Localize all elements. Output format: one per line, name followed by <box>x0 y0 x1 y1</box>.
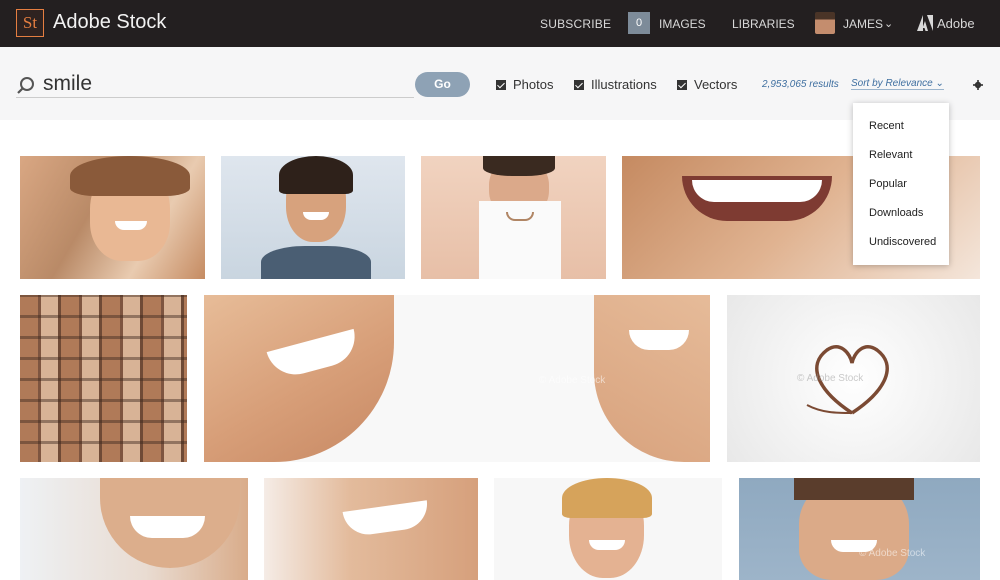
sort-option-undiscovered[interactable]: Undiscovered <box>869 236 936 248</box>
adobe-stock-logo[interactable]: St <box>16 9 44 37</box>
result-image[interactable] <box>421 156 606 279</box>
result-image[interactable]: © Adobe Stock <box>204 295 710 462</box>
sort-option-popular[interactable]: Popular <box>869 178 907 190</box>
result-image[interactable] <box>20 156 205 279</box>
result-image[interactable] <box>221 156 405 279</box>
adobe-link[interactable]: Adobe <box>937 16 975 31</box>
chevron-down-icon[interactable]: ⌄ <box>884 17 893 30</box>
search-bar: Go Photos Illustrations Vectors 2,953,06… <box>0 47 1000 120</box>
avatar[interactable] <box>815 12 835 34</box>
filter-photos-label: Photos <box>513 77 554 92</box>
filter-illustrations-label: Illustrations <box>591 77 657 92</box>
result-image[interactable] <box>264 478 478 580</box>
adobe-logo-icon[interactable] <box>917 15 933 31</box>
result-image[interactable] <box>20 478 248 580</box>
sort-menu: Recent Relevant Popular Downloads Undisc… <box>853 103 949 265</box>
results-count: 2,953,065 results <box>762 79 839 90</box>
result-image[interactable]: © Adobe Stock <box>739 478 980 580</box>
watermark: © Adobe Stock <box>859 548 926 559</box>
filter-photos[interactable]: Photos <box>496 77 553 92</box>
nav-images[interactable]: IMAGES <box>659 17 706 31</box>
checkbox-checked-icon[interactable] <box>496 80 506 90</box>
result-image[interactable] <box>20 295 187 462</box>
nav-libraries[interactable]: LIBRARIES <box>732 17 795 31</box>
filter-vectors-label: Vectors <box>694 77 738 92</box>
checkbox-checked-icon[interactable] <box>677 80 687 90</box>
gear-icon[interactable] <box>973 80 983 90</box>
filter-vectors[interactable]: Vectors <box>677 77 737 92</box>
sort-dropdown[interactable]: Sort by Relevance ⌄ <box>851 78 944 90</box>
watermark: © Adobe Stock <box>539 375 606 386</box>
sort-option-relevant[interactable]: Relevant <box>869 149 912 161</box>
go-button[interactable]: Go <box>415 72 470 97</box>
result-image[interactable] <box>494 478 722 580</box>
checkbox-checked-icon[interactable] <box>574 80 584 90</box>
result-image[interactable]: © Adobe Stock <box>727 295 980 462</box>
watermark: © Adobe Stock <box>797 373 864 384</box>
sort-option-downloads[interactable]: Downloads <box>869 207 923 219</box>
user-menu-name[interactable]: JAMES <box>843 17 883 31</box>
top-nav-bar: St Adobe Stock SUBSCRIBE 0 IMAGES LIBRAR… <box>0 0 1000 47</box>
sort-option-recent[interactable]: Recent <box>869 120 904 132</box>
nav-subscribe[interactable]: SUBSCRIBE <box>540 17 611 31</box>
search-icon[interactable] <box>16 76 36 96</box>
search-input[interactable] <box>43 69 413 99</box>
brand-title[interactable]: Adobe Stock <box>53 11 166 34</box>
images-count-badge[interactable]: 0 <box>628 12 650 34</box>
filter-illustrations[interactable]: Illustrations <box>574 77 657 92</box>
search-underline <box>16 97 414 98</box>
